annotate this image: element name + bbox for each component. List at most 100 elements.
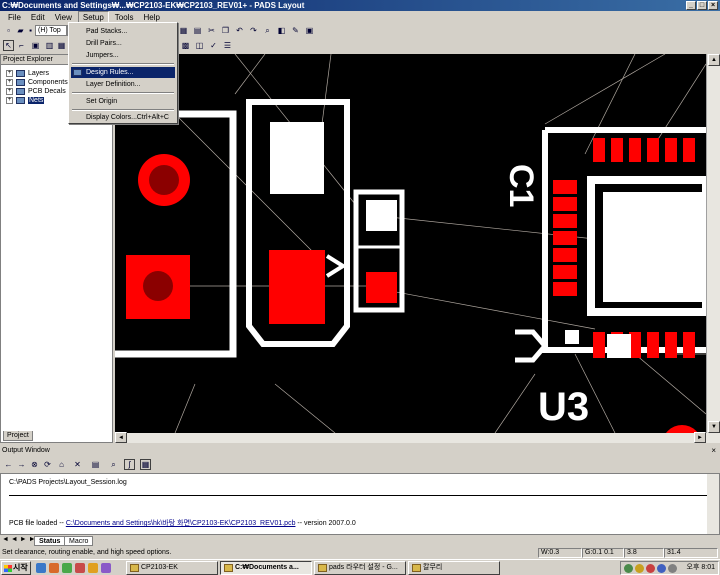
forward-arrow-icon[interactable]: → [16, 459, 27, 470]
menu-tools[interactable]: Tools [111, 12, 138, 23]
report-icon[interactable]: ☰ [222, 40, 233, 51]
tray-icon[interactable] [624, 564, 633, 573]
scroll-down-icon[interactable]: ▼ [708, 421, 720, 433]
close-icon[interactable]: × [711, 446, 716, 456]
quicklaunch-icon[interactable] [75, 563, 85, 573]
tab-status[interactable]: Status [34, 536, 66, 546]
volume-icon[interactable] [668, 564, 677, 573]
pencil-icon[interactable]: ✎ [290, 25, 301, 36]
log-rule [9, 495, 711, 496]
expand-icon[interactable]: + [6, 97, 13, 104]
u3-pad [553, 282, 577, 296]
menu-item-design-rules[interactable]: Design Rules... [71, 67, 175, 78]
route-icon[interactable]: ⌐ [16, 40, 27, 51]
expand-icon[interactable]: + [6, 70, 13, 77]
scroll-left-icon[interactable]: ◄ [115, 432, 127, 443]
redo-icon[interactable]: ↷ [248, 25, 259, 36]
copy-icon[interactable]: ❐ [220, 25, 231, 36]
new-file-icon[interactable]: ▫ [3, 25, 14, 36]
home-icon[interactable]: ⌂ [56, 459, 67, 470]
menu-file[interactable]: File [4, 12, 25, 23]
tab-nav-icon[interactable]: ◄ ◄ ► ► [2, 536, 36, 543]
components-icon [16, 79, 25, 86]
quicklaunch-icon[interactable] [49, 563, 59, 573]
pcb-canvas[interactable]: C1 U3 [115, 54, 706, 433]
table-icon[interactable]: ▦ [140, 459, 151, 470]
tray-icon[interactable] [657, 564, 666, 573]
ie-icon[interactable] [36, 563, 46, 573]
canvas-vertical-scrollbar[interactable]: ▲ ▼ [706, 54, 720, 433]
scroll-up-icon[interactable]: ▲ [708, 54, 720, 66]
search-icon[interactable]: ⌕ [108, 459, 119, 470]
close-button[interactable]: × [708, 1, 718, 10]
dimension-icon[interactable]: ▥ [44, 40, 55, 51]
tab-project[interactable]: Project [3, 431, 33, 441]
canvas-horizontal-scrollbar[interactable]: ◄ ► [115, 432, 720, 443]
select-arrow-icon[interactable]: ↖ [3, 40, 14, 51]
menu-view[interactable]: View [51, 12, 76, 23]
mode-icon[interactable]: ◫ [194, 40, 205, 51]
design-rules-icon [73, 69, 82, 76]
print-icon[interactable]: ▤ [90, 459, 101, 470]
menu-separator [72, 92, 174, 94]
menu-item-jumpers[interactable]: Jumpers... [71, 50, 175, 61]
layer-select[interactable]: (H) Top [35, 25, 67, 36]
u3-left-pads [553, 180, 577, 296]
stop-icon[interactable]: ⊗ [29, 459, 40, 470]
redraw-icon[interactable]: ▦ [178, 25, 189, 36]
menu-separator [72, 63, 174, 65]
layer-icon[interactable]: ◧ [276, 25, 287, 36]
status-x: 3.8 [624, 548, 664, 558]
script-icon[interactable]: ʃ [124, 459, 135, 470]
tray-icon[interactable] [646, 564, 655, 573]
quicklaunch-icon[interactable] [101, 563, 111, 573]
menu-help[interactable]: Help [139, 12, 163, 23]
expand-icon[interactable]: + [6, 79, 13, 86]
cut-icon[interactable]: ✂ [206, 25, 217, 36]
tab-macro[interactable]: Macro [64, 536, 94, 546]
expand-icon[interactable]: + [6, 88, 13, 95]
clear-icon[interactable]: ✕ [72, 459, 83, 470]
grid-icon[interactable]: ▣ [304, 25, 315, 36]
task-folder[interactable]: 칼무리 [408, 561, 500, 575]
refresh-icon[interactable]: ⟳ [42, 459, 53, 470]
u3-pad [553, 231, 577, 245]
scroll-right-icon[interactable]: ► [694, 432, 706, 443]
u3-pad [553, 197, 577, 211]
menu-item-pad-stacks[interactable]: Pad Stacks... [71, 26, 175, 37]
polarity-mark-u3 [515, 329, 549, 363]
task-browser[interactable]: pads 라우터 설정 - G... [314, 561, 406, 575]
u3-pad [593, 332, 605, 358]
minimize-button[interactable]: _ [686, 1, 696, 10]
undo-icon[interactable]: ↶ [234, 25, 245, 36]
task-cp2103-ek[interactable]: CP2103-EK [126, 561, 218, 575]
polarity-mark [325, 254, 347, 278]
quicklaunch-icon[interactable] [88, 563, 98, 573]
menu-item-drill-pairs[interactable]: Drill Pairs... [71, 38, 175, 49]
menu-item-layer-definition[interactable]: Layer Definition... [71, 79, 175, 90]
menu-item-display-colors[interactable]: Display Colors... Ctrl+Alt+C [71, 112, 175, 123]
start-button[interactable]: 시작 [1, 561, 31, 575]
tray-icon[interactable] [635, 564, 644, 573]
maximize-button[interactable]: □ [697, 1, 707, 10]
u3-thermal-pad [603, 192, 706, 302]
task-pads-layout[interactable]: C:₩Documents a... [220, 561, 312, 575]
u3-pad [647, 332, 659, 358]
quicklaunch-icon[interactable] [62, 563, 72, 573]
eco-icon[interactable]: ▦ [56, 40, 67, 51]
status-grid: G:0.1 0.1 [582, 548, 624, 558]
ratsnest-line [174, 383, 196, 433]
output-scrollbar[interactable] [707, 474, 719, 534]
output-window-title: Output Window × [2, 446, 716, 456]
print-icon[interactable]: ▤ [192, 25, 203, 36]
check-icon[interactable]: ✓ [208, 40, 219, 51]
back-arrow-icon[interactable]: ← [3, 459, 14, 470]
display-icon[interactable]: ▩ [180, 40, 191, 51]
menu-item-set-origin[interactable]: Set Origin [71, 96, 175, 107]
zoom-icon[interactable]: ⌕ [262, 25, 273, 36]
menu-edit[interactable]: Edit [27, 12, 49, 23]
setup-dropdown-menu: Pad Stacks... Drill Pairs... Jumpers... … [68, 22, 178, 124]
browser-icon [318, 564, 327, 572]
pcb-file-link[interactable]: C:\Documents and Settings\hk\바탕 화면\CP210… [66, 520, 296, 527]
drafting-icon[interactable]: ▣ [30, 40, 41, 51]
